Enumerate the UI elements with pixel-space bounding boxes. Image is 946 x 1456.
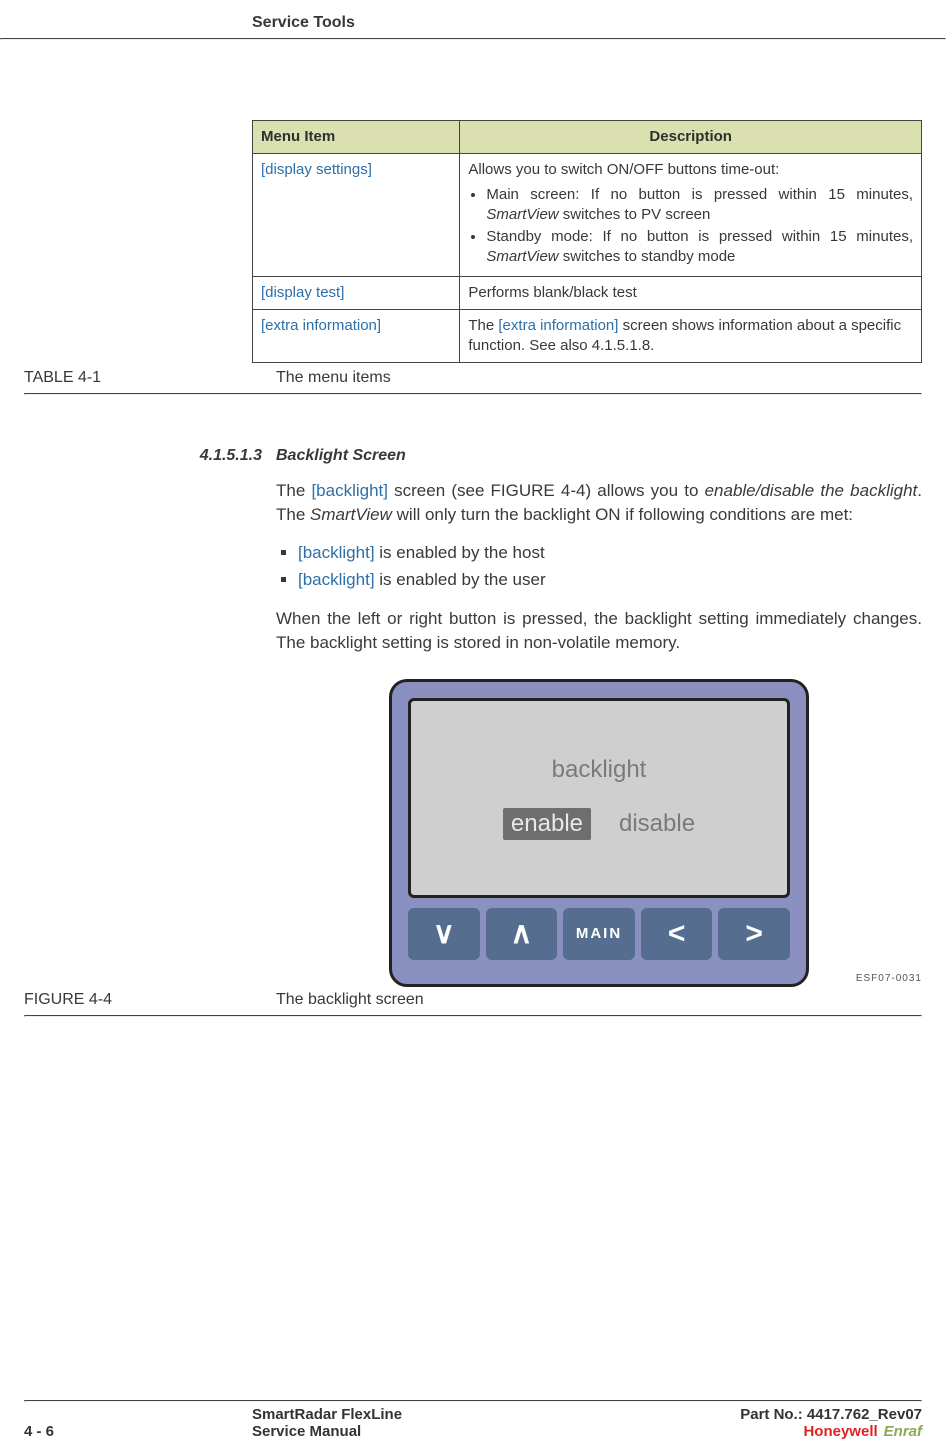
paragraph-2: When the left or right button is pressed… (276, 607, 922, 655)
menu-link-display-settings: [display settings] (261, 161, 372, 178)
list-item: Standby mode: If no button is pressed wi… (486, 227, 913, 268)
menu-link-display-test: [display test] (261, 284, 344, 301)
paragraph-1: The [backlight] screen (see FIGURE 4-4) … (276, 479, 922, 527)
subsection-number: 4.1.5.1.3 (24, 447, 276, 465)
section-header: Service Tools (0, 10, 946, 38)
part-number: Part No.: 4417.762_Rev07 (740, 1406, 922, 1423)
list-item: [backlight] is enabled by the user (298, 566, 922, 593)
device-illustration: backlight enable disable ∨ ∧ MAIN < > (389, 679, 809, 987)
hw-button-main: MAIN (563, 908, 635, 960)
caption-rule (24, 393, 922, 395)
conditions-list: [backlight] is enabled by the host [back… (276, 539, 922, 593)
list-item: [backlight] is enabled by the host (298, 539, 922, 566)
col-menu-item: Menu Item (253, 121, 460, 154)
inline-link-extra-info: [extra information] (498, 317, 618, 334)
page-footer: 4 - 6 SmartRadar FlexLine Service Manual… (0, 1392, 946, 1440)
option-enable-selected: enable (503, 808, 591, 840)
desc-display-test: Performs blank/black test (460, 276, 922, 309)
figure-code: ESF07-0031 (856, 973, 922, 984)
hw-button-right: > (718, 908, 790, 960)
logo-honeywell: Honeywell (803, 1423, 877, 1440)
table-caption: TABLE 4-1 The menu items (24, 369, 922, 387)
table-row: [display test] Performs blank/black test (253, 276, 922, 309)
menu-items-table: Menu Item Description [display settings]… (252, 120, 922, 363)
doc-subtitle: Service Manual (252, 1423, 740, 1440)
table-row: [display settings] Allows you to switch … (253, 154, 922, 276)
hw-button-up: ∧ (486, 908, 558, 960)
hw-button-down: ∨ (408, 908, 480, 960)
screen-title: backlight (552, 756, 647, 784)
hw-button-left: < (641, 908, 713, 960)
option-disable: disable (619, 810, 695, 838)
table-caption-label: TABLE 4-1 (24, 369, 276, 387)
list-item: Main screen: If no button is pressed wit… (486, 185, 913, 226)
brand-logo: Honeywell Enraf (740, 1423, 922, 1440)
desc-intro: Allows you to switch ON/OFF buttons time… (468, 161, 779, 178)
subsection-title: Backlight Screen (276, 447, 406, 465)
table-caption-text: The menu items (276, 369, 922, 387)
page-number: 4 - 6 (24, 1423, 252, 1440)
menu-link-extra-info: [extra information] (261, 317, 381, 334)
doc-title: SmartRadar FlexLine (252, 1406, 740, 1423)
logo-enraf: Enraf (884, 1423, 922, 1440)
col-description: Description (460, 121, 922, 154)
device-screen: backlight enable disable (408, 698, 790, 898)
inline-link-backlight: [backlight] (311, 481, 388, 500)
figure-caption-rule (24, 1015, 922, 1017)
figure-caption: FIGURE 4-4 The backlight screen (24, 991, 922, 1009)
figure-caption-label: FIGURE 4-4 (24, 991, 276, 1009)
figure-caption-text: The backlight screen (276, 991, 922, 1009)
table-row: [extra information] The [extra informati… (253, 309, 922, 363)
